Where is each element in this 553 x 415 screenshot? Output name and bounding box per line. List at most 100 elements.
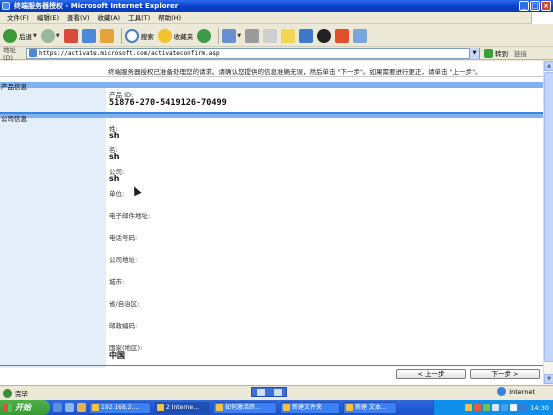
chevron-down-icon[interactable]: ▼	[56, 33, 60, 39]
links-button[interactable]: 链接	[514, 48, 527, 58]
help-icon[interactable]	[273, 388, 282, 396]
ie-icon	[216, 403, 223, 411]
windows-logo-icon	[531, 12, 553, 24]
taskbar-item-label: 2 Interne...	[166, 403, 199, 411]
tray-icon[interactable]	[465, 404, 473, 411]
discuss-button[interactable]	[281, 27, 296, 45]
done-icon	[3, 388, 12, 398]
taskbar-item-active[interactable]: 2 Interne...	[154, 401, 210, 414]
address-input[interactable]	[39, 48, 469, 58]
quicklaunch-desktop-icon[interactable]	[53, 403, 62, 412]
address-dropdown-icon[interactable]: ▼	[469, 47, 479, 59]
search-button[interactable]: 搜索	[124, 27, 154, 45]
taskbar-item-label: 如何激活终...	[225, 403, 261, 411]
toolbar-divider	[120, 27, 122, 44]
tray-icon[interactable]	[483, 404, 491, 411]
go-arrow-icon	[484, 48, 493, 58]
product-section-title: 产品信息	[1, 83, 27, 91]
keyboard-icon[interactable]	[256, 388, 265, 396]
company-section-title: 公司信息	[1, 115, 27, 123]
product-id-value: 51876-270-5419126-70499	[109, 98, 227, 108]
back-step-button[interactable]: < 上一步	[396, 369, 466, 379]
taskbar-item-label: 192.168.2....	[101, 403, 140, 411]
qq-button[interactable]	[317, 27, 332, 45]
menu-file[interactable]: 文件(F)	[3, 12, 33, 24]
menu-help[interactable]: 帮助(H)	[154, 12, 185, 24]
plugin-button[interactable]	[335, 27, 350, 45]
favorites-button[interactable]: 收藏夹	[157, 27, 194, 45]
menu-tools[interactable]: 工具(T)	[124, 12, 154, 24]
messenger-icon	[299, 28, 314, 43]
scroll-down-icon[interactable]: ▼	[544, 374, 553, 384]
menu-view[interactable]: 查看(V)	[63, 12, 94, 24]
windows-flag-icon	[4, 403, 12, 412]
forward-button[interactable]: ▼	[40, 27, 60, 45]
stop-button[interactable]	[63, 27, 78, 45]
search-label: 搜索	[140, 32, 154, 41]
tray-icon[interactable]	[519, 404, 527, 411]
address-box[interactable]: ▼	[26, 47, 480, 59]
edit-button[interactable]	[263, 27, 278, 45]
print-button[interactable]	[245, 27, 260, 45]
research-icon	[353, 28, 368, 43]
address-label: 地址(D)	[3, 46, 16, 62]
back-button[interactable]: 后退 ▼	[3, 27, 37, 45]
vertical-scrollbar[interactable]: ▲ ▼	[543, 61, 553, 385]
messenger-button[interactable]	[299, 27, 314, 45]
menu-edit[interactable]: 编辑(E)	[33, 12, 63, 24]
tray-icon[interactable]	[474, 404, 482, 411]
favorites-label: 收藏夹	[173, 32, 194, 41]
go-button[interactable]: 转到	[484, 48, 508, 58]
volume-icon[interactable]	[510, 404, 518, 411]
next-step-button[interactable]: 下一步 >	[470, 369, 540, 379]
product-section-bar	[0, 82, 543, 88]
history-icon	[197, 28, 212, 43]
minimize-button[interactable]: _	[519, 1, 529, 11]
notes-icon	[281, 28, 296, 43]
back-label: 后退	[19, 32, 32, 41]
scroll-thumb[interactable]	[544, 72, 553, 362]
network-icon[interactable]	[501, 404, 509, 411]
taskbar-item[interactable]: 新建文件夹	[280, 401, 340, 414]
plugin-icon	[335, 28, 350, 43]
status-text: 完毕	[15, 390, 28, 398]
history-button[interactable]	[197, 27, 212, 45]
intro-text: 终端服务器授权已准备处理您的请求。请确认您提供的信息准确无误，然后单击 "下一步…	[108, 68, 482, 76]
quicklaunch-media-icon[interactable]	[77, 403, 86, 412]
close-button[interactable]: ×	[541, 1, 551, 11]
taskbar-item[interactable]: 192.168.2....	[89, 401, 151, 414]
last-name-value: sh	[109, 131, 120, 140]
quicklaunch-ie-icon[interactable]	[65, 403, 74, 412]
company-section-cell	[0, 114, 106, 368]
address-bar: 地址(D) ▼ 转到 链接	[0, 46, 553, 62]
mail-button[interactable]: ▼	[222, 27, 241, 45]
edit-icon	[263, 28, 278, 43]
back-arrow-icon	[3, 28, 17, 43]
tray-icon[interactable]	[492, 404, 500, 411]
star-icon	[157, 28, 172, 43]
maximize-button[interactable]: □	[530, 1, 540, 11]
printer-icon	[245, 28, 260, 43]
taskbar-item[interactable]: 新建 文本...	[343, 401, 397, 414]
zone-label: Internet	[509, 387, 535, 396]
home-button[interactable]	[99, 27, 114, 45]
clock[interactable]: 14:30	[530, 404, 549, 412]
province-label: 省/自治区:	[109, 300, 140, 308]
qq-penguin-icon	[317, 28, 332, 43]
first-name-value: sh	[109, 152, 120, 161]
home-icon	[99, 28, 114, 43]
menu-favorites[interactable]: 收藏(A)	[94, 12, 125, 24]
chevron-down-icon[interactable]: ▼	[237, 33, 241, 39]
refresh-button[interactable]	[81, 27, 96, 45]
refresh-icon	[81, 28, 96, 43]
scroll-up-icon[interactable]: ▲	[544, 61, 553, 71]
system-tray: 14:30	[433, 400, 553, 415]
ie-icon	[2, 2, 10, 10]
divider	[0, 365, 543, 366]
postal-code-label: 邮政编码:	[109, 322, 138, 330]
research-button[interactable]	[353, 27, 368, 45]
taskbar-item[interactable]: 如何激活终...	[213, 401, 277, 414]
chevron-down-icon[interactable]: ▼	[33, 33, 37, 39]
start-button[interactable]: 开始	[0, 400, 50, 415]
language-bar[interactable]	[251, 387, 287, 397]
